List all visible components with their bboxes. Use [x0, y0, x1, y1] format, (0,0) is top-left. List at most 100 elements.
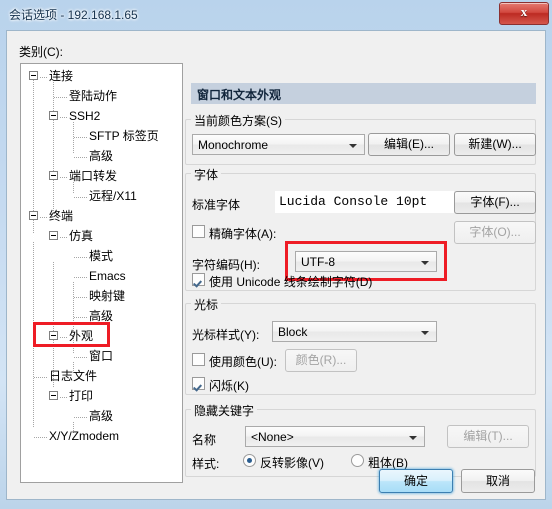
use-color-checkbox[interactable]	[192, 353, 205, 366]
expander-icon[interactable]	[49, 391, 58, 400]
title-bar: 会话选项 - 192.168.1.65 x	[0, 0, 552, 30]
tree-guide-line	[33, 72, 34, 234]
tree-guide-line	[60, 237, 68, 238]
color-scheme-group-title: 当前颜色方案(S)	[191, 112, 285, 129]
cursor-color-button: 颜色(R)...	[285, 349, 357, 372]
tree-guide-line	[60, 177, 68, 178]
tree-item-label: 映射键	[89, 289, 126, 303]
pane-title: 窗口和文本外观	[197, 88, 282, 102]
color-scheme-value: Monochrome	[198, 138, 269, 152]
pane-header: 窗口和文本外观	[191, 83, 536, 104]
tree-guide-line	[60, 397, 68, 398]
tree-guide-line	[74, 137, 88, 138]
tree-guide-line	[74, 257, 88, 258]
tree-item-label: SSH2	[69, 109, 101, 123]
tree-guide-line	[34, 437, 48, 438]
color-scheme-combo[interactable]: Monochrome	[192, 134, 365, 155]
encoding-label: 字符编码(H):	[192, 258, 260, 272]
cursor-group-title: 光标	[191, 296, 222, 313]
tree-guide-line	[53, 82, 54, 214]
exact-font-checkbox[interactable]	[192, 225, 205, 238]
tree-guide-line	[74, 297, 88, 298]
expander-icon[interactable]	[49, 331, 58, 340]
standard-font-value: Lucida Console 10pt	[275, 191, 454, 213]
expander-icon[interactable]	[49, 231, 58, 240]
tree-guide-line	[33, 242, 34, 428]
chevron-down-icon	[421, 331, 429, 335]
tree-guide-line	[74, 197, 88, 198]
tree-guide-line	[40, 77, 48, 78]
tree-item-label: 连接	[49, 69, 74, 83]
expander-icon[interactable]	[29, 211, 38, 220]
tree-item-label: 模式	[89, 249, 114, 263]
tree-item-label: 终端	[49, 209, 74, 223]
blink-checkbox[interactable]	[192, 377, 205, 390]
tree-guide-line	[74, 417, 88, 418]
tree-item-label: 高级	[89, 149, 114, 163]
tree-guide-line	[60, 337, 68, 338]
chevron-down-icon	[421, 261, 429, 265]
chevron-down-icon	[409, 436, 417, 440]
cursor-style-value: Block	[278, 325, 308, 339]
tree-guide-line	[40, 217, 48, 218]
cancel-button[interactable]: 取消	[461, 469, 535, 493]
category-tree[interactable]: 连接 登陆动作 SSH2 SFTP 标签页 高级 端口转发 远程/X11 终端 …	[20, 63, 183, 483]
category-label: 类别(C):	[19, 45, 63, 59]
use-color-label: 使用颜色(U):	[209, 355, 277, 369]
tree-item-label: 仿真	[69, 229, 94, 243]
style-radio-invert-label: 反转影像(V)	[260, 456, 324, 470]
color-scheme-new-button[interactable]: 新建(W)...	[454, 133, 536, 156]
expander-icon[interactable]	[49, 171, 58, 180]
tree-item-label: 高级	[89, 409, 114, 423]
tree-guide-line	[60, 117, 68, 118]
window-title: 会话选项 - 192.168.1.65	[9, 8, 138, 22]
exact-font-label: 精确字体(A):	[209, 227, 277, 241]
tree-guide-line	[73, 122, 74, 154]
encoding-combo[interactable]: UTF-8	[295, 251, 437, 272]
unicode-line-drawing-checkbox[interactable]	[192, 273, 205, 286]
exact-font-button: 字体(O)...	[454, 221, 536, 244]
tree-guide-line	[74, 157, 88, 158]
close-icon: x	[520, 4, 528, 19]
unicode-line-drawing-label: 使用 Unicode 线条绘制字符(D)	[209, 275, 373, 289]
cursor-style-combo[interactable]: Block	[272, 321, 437, 342]
tree-guide-line	[74, 317, 88, 318]
blink-label: 闪烁(K)	[209, 379, 249, 393]
tree-item-label: 外观	[69, 329, 94, 343]
dialog-client-area: 类别(C): 连接 登陆动作 SSH2 SFTP 标签页 高级 端口转发 远程/…	[6, 30, 546, 500]
font-select-button[interactable]: 字体(F)...	[454, 191, 536, 214]
tree-guide-line	[34, 377, 48, 378]
tree-item-label: SFTP 标签页	[89, 129, 159, 143]
encoding-value: UTF-8	[301, 255, 335, 269]
hidden-keyword-style-label: 样式:	[192, 457, 220, 471]
hidden-keyword-name-label: 名称	[192, 433, 217, 447]
color-scheme-edit-button[interactable]: 编辑(E)...	[368, 133, 450, 156]
tree-item-label: 打印	[69, 389, 94, 403]
chevron-down-icon	[349, 144, 357, 148]
expander-icon[interactable]	[29, 71, 38, 80]
tree-item-label: 高级	[89, 309, 114, 323]
hidden-keyword-group-title: 隐藏关键字	[191, 402, 258, 419]
close-button[interactable]: x	[499, 2, 549, 25]
style-radio-invert[interactable]	[243, 454, 256, 467]
tree-item-label: X/Y/Zmodem	[49, 429, 120, 443]
expander-icon[interactable]	[49, 111, 58, 120]
hidden-keyword-name-value: <None>	[251, 430, 294, 444]
tree-guide-line	[54, 97, 68, 98]
tree-item-label: 登陆动作	[69, 89, 118, 103]
standard-font-label: 标准字体	[192, 198, 241, 212]
hidden-keyword-name-combo[interactable]: <None>	[245, 426, 425, 447]
hidden-keyword-edit-button: 编辑(T)...	[447, 425, 529, 448]
tree-guide-line	[74, 277, 88, 278]
tree-item-label: 窗口	[89, 349, 114, 363]
style-radio-bold[interactable]	[351, 454, 364, 467]
tree-item-label: 日志文件	[49, 369, 98, 383]
cursor-style-label: 光标样式(Y):	[192, 328, 260, 342]
tree-guide-line	[74, 357, 88, 358]
tree-item-label: Emacs	[89, 269, 126, 283]
tree-item-label: 端口转发	[69, 169, 118, 183]
tree-item-label: 远程/X11	[89, 189, 137, 203]
session-options-window: 会话选项 - 192.168.1.65 x 类别(C): 连接 登陆动作 SSH…	[0, 0, 552, 509]
ok-button[interactable]: 确定	[379, 469, 453, 493]
font-group-title: 字体	[191, 166, 222, 183]
